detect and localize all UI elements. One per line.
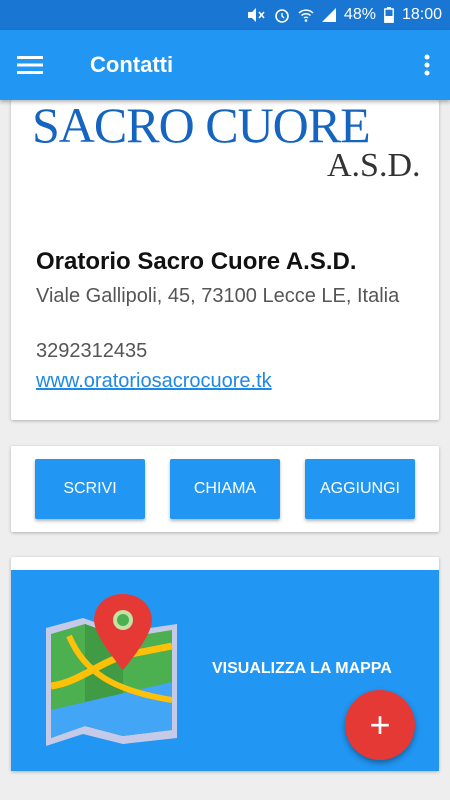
page-title: Contatti <box>90 52 174 77</box>
contact-info-card: SACRO CUORE A.S.D. Oratorio Sacro Cuore … <box>11 100 439 420</box>
battery-icon <box>384 7 394 23</box>
plus-icon: + <box>369 704 391 745</box>
app-bar: Contatti <box>0 30 450 100</box>
more-vert-icon <box>424 54 430 76</box>
write-button[interactable]: SCRIVI <box>35 459 145 519</box>
wifi-icon <box>298 7 314 23</box>
hamburger-icon <box>17 56 43 74</box>
add-fab-button[interactable]: + <box>345 690 415 760</box>
map-illustration-icon <box>46 594 177 746</box>
overflow-menu-button[interactable] <box>404 30 450 100</box>
battery-percent: 48% <box>343 6 376 23</box>
add-contact-button[interactable]: AGGIUNGI <box>305 459 415 519</box>
alarm-icon <box>274 7 290 23</box>
address-text: Viale Gallipoli, 45, 73100 Lecce LE, Ita… <box>36 285 400 307</box>
phone-text: 3292312435 <box>36 340 148 362</box>
website-link[interactable]: www.oratoriosacrocuore.tk <box>36 370 272 393</box>
view-map-label: VISUALIZZA LA MAPPA <box>212 660 392 677</box>
clock: 18:00 <box>401 6 442 23</box>
menu-button[interactable] <box>0 30 60 100</box>
organization-name: Oratorio Sacro Cuore A.S.D. <box>36 248 357 275</box>
signal-icon <box>321 8 336 22</box>
status-bar: 48% 18:00 <box>0 0 450 30</box>
logo-subtext: A.S.D. <box>327 147 421 184</box>
sacro-cuore-logo: SACRO CUORE A.S.D. <box>32 100 421 184</box>
mute-icon <box>246 7 266 23</box>
logo-text: SACRO CUORE <box>32 100 370 153</box>
actions-card: SCRIVI CHIAMA AGGIUNGI <box>11 446 439 532</box>
call-button[interactable]: CHIAMA <box>170 459 280 519</box>
